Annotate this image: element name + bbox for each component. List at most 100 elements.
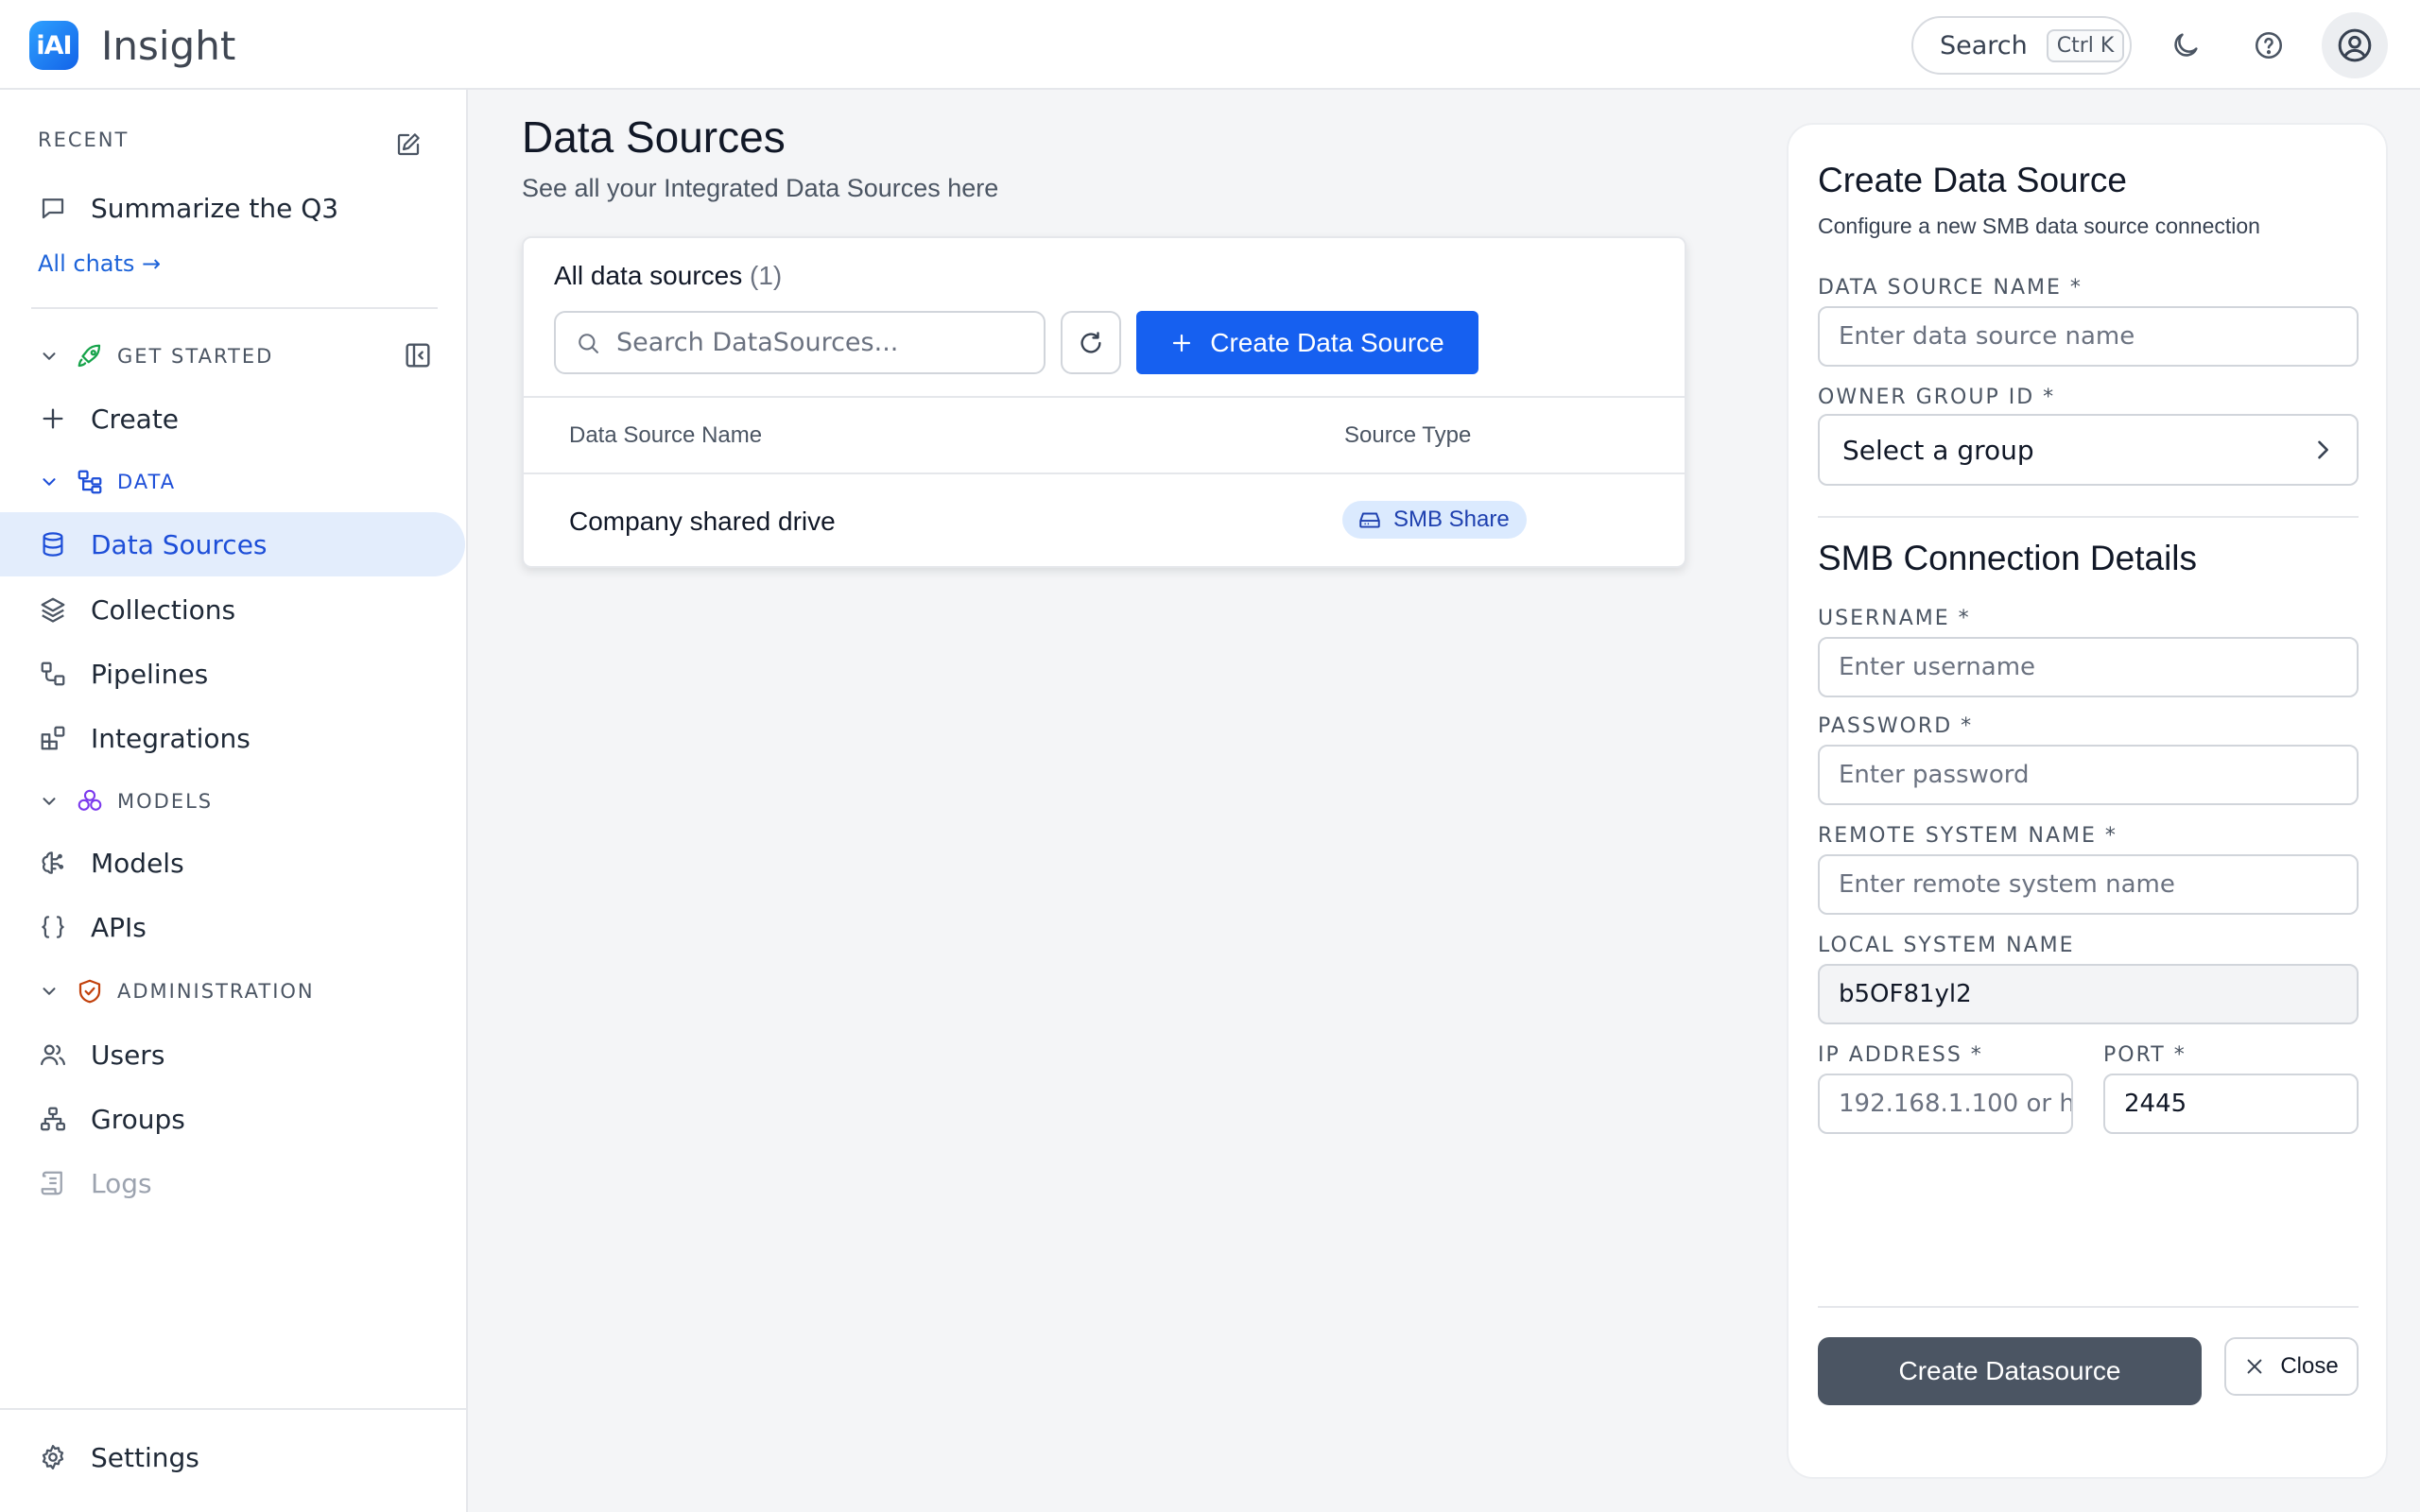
sidebar-item-users[interactable]: Users	[0, 1022, 465, 1087]
shield-check-icon	[74, 975, 106, 1007]
cubes-icon	[74, 785, 106, 817]
sidebar: RECENT Summarize the Q3 All chats → GET …	[0, 90, 468, 1512]
column-header-name[interactable]: Data Source Name	[569, 422, 762, 449]
close-label: Close	[2280, 1353, 2339, 1379]
port-input[interactable]: 2445	[2103, 1074, 2359, 1134]
data-tree-icon	[74, 466, 106, 498]
sidebar-item-label: Logs	[91, 1167, 152, 1199]
group-data-label: DATA	[117, 471, 177, 493]
owner-group-select[interactable]: Select a group	[1818, 414, 2359, 486]
panel-title: Create Data Source	[1818, 161, 2128, 199]
collapse-sidebar-button[interactable]	[399, 336, 437, 374]
page-subtitle: See all your Integrated Data Sources her…	[522, 174, 999, 202]
plus-icon	[36, 402, 70, 436]
org-chart-icon	[36, 1102, 70, 1136]
sidebar-item-label: Data Sources	[91, 528, 268, 560]
sidebar-item-data-sources[interactable]: Data Sources	[0, 512, 465, 576]
password-input[interactable]: Enter password	[1818, 745, 2359, 805]
chevron-right-icon	[2318, 440, 2328, 459]
group-models-label: MODELS	[117, 790, 214, 813]
group-get-started-label: GET STARTED	[117, 345, 274, 368]
create-datasource-submit-button[interactable]: Create Datasource	[1818, 1337, 2202, 1405]
sidebar-item-groups[interactable]: Groups	[0, 1087, 465, 1151]
table-header: Data Source Name Source Type	[524, 396, 1685, 474]
group-models[interactable]: MODELS	[36, 782, 213, 820]
create-data-source-panel: Create Data Source Configure a new SMB d…	[1787, 123, 2388, 1479]
column-header-type[interactable]: Source Type	[1344, 422, 1471, 449]
sidebar-item-label: Integrations	[91, 722, 251, 754]
group-get-started[interactable]: GET STARTED	[36, 337, 273, 375]
ip-address-label: IP ADDRESS *	[1818, 1043, 1983, 1067]
page-title: Data Sources	[522, 112, 786, 162]
chevron-down-icon	[36, 343, 62, 369]
recent-label: RECENT	[38, 129, 130, 151]
username-input[interactable]: Enter username	[1818, 637, 2359, 697]
create-data-source-button[interactable]: Create Data Source	[1136, 311, 1478, 374]
recent-chat-item[interactable]: Summarize the Q3	[0, 176, 465, 240]
source-type-badge: SMB Share	[1342, 501, 1527, 539]
sidebar-item-apis[interactable]: APIs	[0, 895, 465, 959]
search-shortcut: Ctrl K	[2046, 28, 2125, 62]
help-button[interactable]	[2244, 21, 2293, 70]
row-data-source-name: Company shared drive	[569, 507, 836, 536]
datasource-search-input[interactable]: Search DataSources...	[554, 311, 1046, 374]
sidebar-item-settings[interactable]: Settings	[0, 1425, 465, 1489]
group-data[interactable]: DATA	[36, 463, 176, 501]
card-title-text: All data sources	[554, 261, 743, 290]
create-data-source-label: Create Data Source	[1210, 327, 1444, 357]
recent-chat-label: Summarize the Q3	[91, 192, 339, 224]
sidebar-item-logs[interactable]: Logs	[0, 1151, 465, 1215]
sidebar-item-models[interactable]: Models	[0, 831, 465, 895]
source-type-label: SMB Share	[1393, 507, 1510, 532]
owner-group-value: Select a group	[1842, 434, 2034, 466]
panel-divider	[1818, 516, 2359, 518]
search-icon	[579, 333, 598, 353]
user-avatar-button[interactable]	[2322, 12, 2388, 78]
all-chats-link[interactable]: All chats →	[38, 250, 161, 277]
sidebar-item-collections[interactable]: Collections	[0, 577, 465, 642]
gear-icon	[36, 1440, 70, 1474]
sidebar-item-label: Settings	[91, 1441, 199, 1473]
chevron-down-icon	[36, 469, 62, 495]
top-header: iAI Insight Search Ctrl K	[0, 0, 2420, 90]
data-source-name-input[interactable]: Enter data source name	[1818, 306, 2359, 367]
braces-icon	[36, 910, 70, 944]
moon-icon	[2174, 33, 2198, 57]
sidebar-collapse-icon	[406, 343, 430, 368]
app-logo[interactable]: iAI	[29, 21, 78, 70]
theme-toggle-button[interactable]	[2161, 21, 2210, 70]
close-icon	[2247, 1359, 2262, 1374]
sidebar-item-label: Models	[91, 847, 184, 879]
chevron-down-icon	[36, 978, 62, 1005]
close-panel-button[interactable]: Close	[2224, 1337, 2359, 1396]
sidebar-item-label: Users	[91, 1039, 165, 1071]
sidebar-item-integrations[interactable]: Integrations	[0, 706, 465, 770]
sidebar-divider	[31, 307, 438, 309]
remote-system-name-input[interactable]: Enter remote system name	[1818, 854, 2359, 915]
sidebar-item-label: Groups	[91, 1103, 185, 1135]
users-icon	[36, 1038, 70, 1072]
smb-section-title: SMB Connection Details	[1818, 539, 2198, 577]
edit-icon	[397, 133, 420, 156]
chat-icon	[36, 191, 70, 225]
panel-subtitle: Configure a new SMB data source connecti…	[1818, 214, 2260, 238]
group-administration[interactable]: ADMINISTRATION	[36, 972, 315, 1010]
global-search-button[interactable]: Search Ctrl K	[1911, 16, 2132, 75]
sidebar-item-create[interactable]: Create	[0, 387, 465, 451]
user-circle-icon	[2338, 28, 2372, 62]
username-label: USERNAME *	[1818, 607, 1971, 630]
brain-icon	[36, 846, 70, 880]
remote-system-name-label: REMOTE SYSTEM NAME *	[1818, 824, 2118, 848]
refresh-button[interactable]	[1061, 311, 1121, 374]
pipeline-icon	[36, 657, 70, 691]
sidebar-item-label: Pipelines	[91, 658, 209, 690]
app-title: Insight	[101, 23, 236, 69]
owner-group-label: OWNER GROUP ID *	[1818, 386, 2056, 409]
ip-address-input[interactable]: 192.168.1.100 or h	[1818, 1074, 2073, 1134]
global-search-label: Search	[1940, 30, 2028, 60]
new-chat-button[interactable]	[389, 126, 427, 163]
sidebar-item-pipelines[interactable]: Pipelines	[0, 642, 465, 706]
drive-icon	[1359, 512, 1380, 528]
local-system-name-input[interactable]: b5OF81yl2	[1818, 964, 2359, 1024]
table-row[interactable]: Company shared drive SMB Share	[524, 474, 1685, 567]
